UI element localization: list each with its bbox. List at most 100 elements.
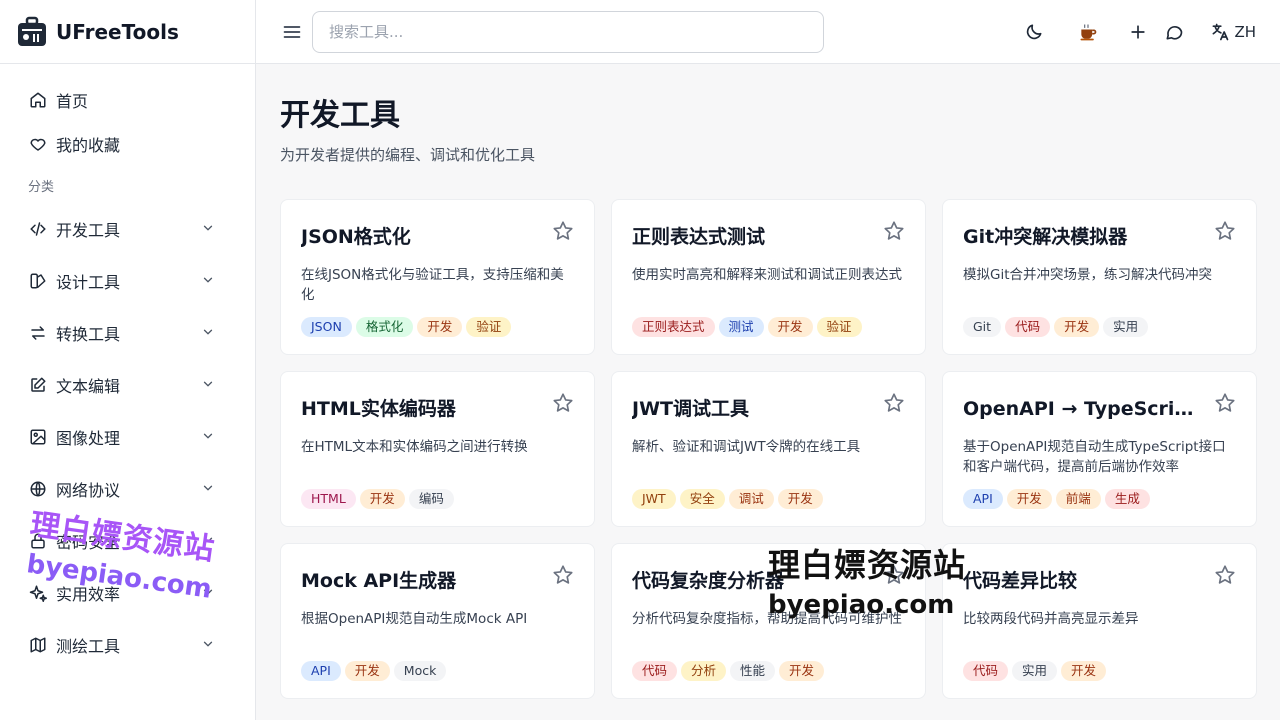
tool-card[interactable]: 代码复杂度分析器分析代码复杂度指标，帮助提高代码可维护性代码 分析 性能 开发 — [611, 543, 926, 699]
sidebar-item-survey-tools[interactable]: 测绘工具 — [0, 619, 255, 671]
chevron-down-icon[interactable] — [201, 481, 217, 497]
tag-badge: 开发 — [417, 317, 463, 337]
chevron-down-icon[interactable] — [201, 221, 217, 237]
tag-badge: HTML — [301, 489, 356, 509]
chat-bubble-icon — [1166, 25, 1183, 40]
search-input[interactable] — [312, 10, 824, 53]
tag-badge: 开发 — [1054, 317, 1100, 337]
tag-badge: 开发 — [1006, 489, 1052, 509]
page-title: 开发工具 — [280, 98, 400, 133]
tag-badge: 代码 — [632, 661, 678, 681]
main-content: 开发工具 为开发者提供的编程、调试和优化工具 JSON格式化 在线JSON格式化与… — [256, 64, 1280, 720]
tool-card-title: OpenAPI → TypeScript客户端生成器 — [963, 398, 1203, 420]
star-favorite-icon[interactable] — [883, 564, 905, 586]
add-button[interactable] — [1128, 22, 1148, 42]
tool-card[interactable]: Git冲突解决模拟器 模拟Git合并冲突场景，练习解决代码冲突 Git 代码 开发 实用 — [942, 199, 1257, 355]
tag-badge: 测试 — [718, 317, 764, 337]
star-favorite-icon[interactable] — [883, 392, 905, 414]
star-favorite-icon[interactable] — [552, 564, 574, 586]
chevron-down-icon[interactable] — [201, 429, 217, 445]
tag-badge: 开发 — [779, 661, 825, 681]
tool-card[interactable]: JSON格式化 在线JSON格式化与验证工具，支持压缩和美化 JSON 格式化 开发 验证 — [280, 199, 595, 355]
image-icon — [28, 427, 48, 447]
tool-card-description: 模拟Git合并冲突场景，练习解决代码冲突 — [963, 267, 1213, 283]
sidebar-item-design-tools[interactable]: 设计工具 — [0, 255, 255, 307]
tool-card[interactable]: HTML实体编码器 在HTML文本和实体编码之间进行转换 HTML 开发 编码 — [280, 371, 595, 527]
dark-mode-toggle[interactable] — [1024, 22, 1044, 42]
tag-badge: 调试 — [728, 489, 774, 509]
tag-badge: 开发 — [767, 317, 813, 337]
page-subtitle: 为开发者提供的编程、调试和优化工具 — [280, 146, 536, 164]
sparkles-icon — [28, 583, 48, 603]
language-switcher[interactable]: ZH — [1210, 22, 1256, 42]
feedback-button[interactable] — [1164, 22, 1184, 42]
toolbox-logo-icon — [18, 16, 46, 46]
chevron-down-icon[interactable] — [201, 585, 217, 601]
chevron-down-icon[interactable] — [201, 637, 217, 653]
sidebar-item-network[interactable]: 网络协议 — [0, 463, 255, 515]
brand[interactable]: UFreeTools — [0, 0, 255, 64]
tool-card[interactable]: JWT调试工具 解析、验证和调试JWT令牌的在线工具 JWT 安全 调试 开发 — [611, 371, 926, 527]
tool-card-tags: JWT 安全 调试 开发 — [632, 489, 905, 509]
sidebar-item-dev-tools[interactable]: 开发工具 — [0, 203, 255, 255]
sidebar-item-label: 文本编辑 — [56, 377, 121, 396]
tag-badge: 代码 — [1005, 317, 1051, 337]
chevron-down-icon[interactable] — [201, 273, 217, 289]
hamburger-menu-icon[interactable] — [280, 20, 304, 44]
sidebar-item-favorites[interactable]: 我的收藏 — [0, 122, 255, 166]
tool-card-tags: 代码 分析 性能 开发 — [632, 661, 905, 681]
tool-card[interactable]: OpenAPI → TypeScript客户端生成器基于OpenAPI规范自动生… — [942, 371, 1257, 527]
sidebar-item-productivity[interactable]: 实用效率 — [0, 567, 255, 619]
lock-icon — [28, 531, 48, 551]
map-icon — [28, 635, 48, 655]
top-bar: ZH — [256, 0, 1280, 64]
tool-card-title: Mock API生成器 — [301, 570, 457, 592]
tag-badge: 实用 — [1103, 317, 1149, 337]
tool-card-tags: HTML 开发 编码 — [301, 489, 574, 509]
tag-badge: 验证 — [816, 317, 862, 337]
sidebar-item-label: 实用效率 — [56, 585, 121, 604]
tool-card[interactable]: 正则表达式测试 使用实时高亮和解释来测试和调试正则表达式 正则表达式 测试 开发 验证 — [611, 199, 926, 355]
sidebar-item-label: 测绘工具 — [56, 637, 121, 656]
chevron-down-icon[interactable] — [201, 325, 217, 341]
tool-card-title: 代码差异比较 — [963, 570, 1078, 592]
star-favorite-icon[interactable] — [1214, 392, 1236, 414]
star-favorite-icon[interactable] — [552, 392, 574, 414]
tool-grid: JSON格式化 在线JSON格式化与验证工具，支持压缩和美化 JSON 格式化 开发 验证… — [280, 199, 1257, 699]
tag-badge: 开发 — [359, 489, 405, 509]
brand-name: UFreeTools — [56, 19, 179, 44]
coffee-donate-button[interactable] — [1078, 22, 1098, 42]
star-favorite-icon[interactable] — [552, 220, 574, 242]
star-favorite-icon[interactable] — [883, 220, 905, 242]
tool-card-tags: API 开发 前端 生成 — [963, 489, 1236, 509]
star-favorite-icon[interactable] — [1214, 564, 1236, 586]
tool-card-tags: JSON 格式化 开发 验证 — [301, 317, 574, 337]
tool-card-tags: 代码 实用 开发 — [963, 661, 1236, 681]
tag-badge: JSON — [301, 317, 352, 337]
tool-card-description: 分析代码复杂度指标，帮助提高代码可维护性 — [632, 611, 902, 627]
tool-card-title: JWT调试工具 — [632, 398, 749, 420]
sidebar: UFreeTools 首页 我的收藏 分类 开发工具 设计工具 转换工具 文本编… — [0, 0, 256, 720]
chevron-down-icon[interactable] — [201, 377, 217, 393]
sidebar-item-home[interactable]: 首页 — [0, 78, 255, 122]
sidebar-item-label: 首页 — [56, 92, 89, 111]
tool-card-description: 比较两段代码并高亮显示差异 — [963, 611, 1139, 627]
tag-badge: 开发 — [1061, 661, 1107, 681]
chevron-down-icon[interactable] — [201, 533, 217, 549]
tag-badge: 前端 — [1055, 489, 1101, 509]
tool-card[interactable]: Mock API生成器 根据OpenAPI规范自动生成Mock API API 开发 M… — [280, 543, 595, 699]
edit-icon — [28, 375, 48, 395]
tool-card-description: 在HTML文本和实体编码之间进行转换 — [301, 439, 528, 455]
tag-badge: 编码 — [408, 489, 454, 509]
tool-card[interactable]: 代码差异比较比较两段代码并高亮显示差异代码 实用 开发 — [942, 543, 1257, 699]
tag-badge: 安全 — [679, 489, 725, 509]
tag-badge: Git — [963, 317, 1002, 337]
sidebar-item-label: 网络协议 — [56, 481, 121, 500]
star-favorite-icon[interactable] — [1214, 220, 1236, 242]
tool-card-title: 代码复杂度分析器 — [632, 570, 785, 592]
tool-card-description: 在线JSON格式化与验证工具，支持压缩和美化 — [301, 267, 564, 303]
sidebar-item-convert-tools[interactable]: 转换工具 — [0, 307, 255, 359]
sidebar-item-image-processing[interactable]: 图像处理 — [0, 411, 255, 463]
sidebar-item-password-security[interactable]: 密码安全 — [0, 515, 255, 567]
sidebar-item-text-edit[interactable]: 文本编辑 — [0, 359, 255, 411]
